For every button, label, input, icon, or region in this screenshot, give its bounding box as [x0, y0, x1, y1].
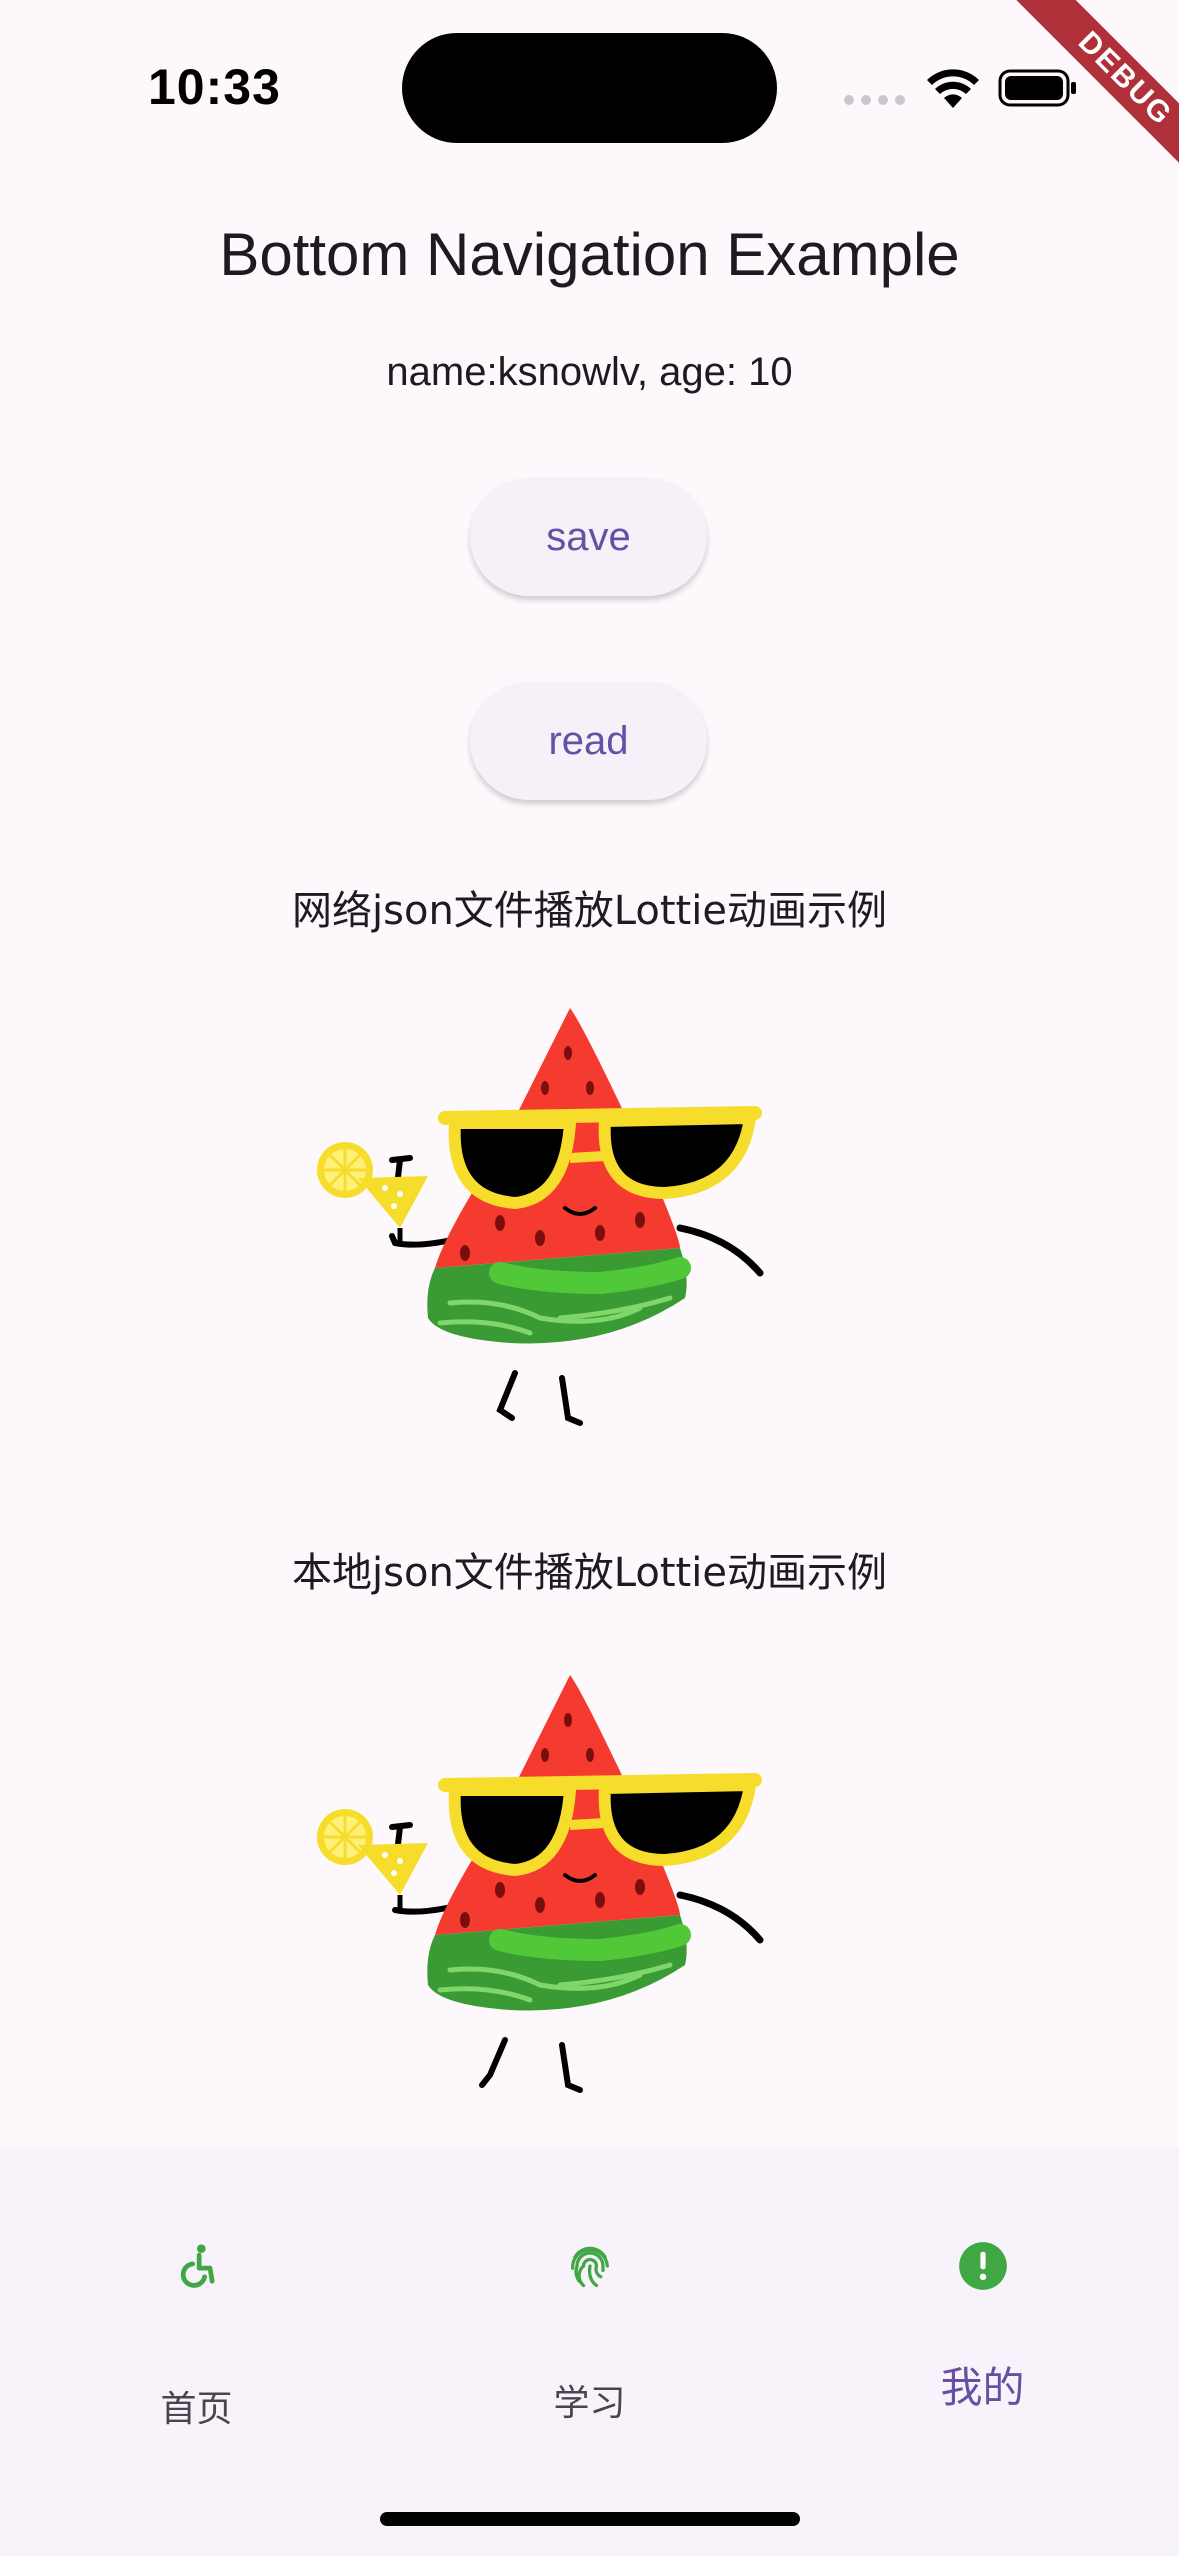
- nav-item-study[interactable]: 学习: [393, 2148, 786, 2448]
- page-title: Bottom Navigation Example: [219, 221, 960, 288]
- user-info-text: name:ksnowlv, age: 10: [386, 350, 793, 394]
- fingerprint-icon: [570, 2246, 609, 2288]
- read-button[interactable]: read: [470, 682, 707, 800]
- error-icon: [958, 2242, 1007, 2290]
- nav-label-home: 首页: [160, 2389, 233, 2430]
- watermelon-lottie-animation: [317, 1008, 764, 1426]
- save-button[interactable]: save: [470, 478, 707, 596]
- dynamic-island: [402, 33, 777, 143]
- nav-label-mine: 我的: [940, 2363, 1025, 2412]
- network-lottie-caption: 网络json文件播放Lottie动画示例: [292, 888, 887, 934]
- bottom-navigation-bar: 首页 学习 我的: [0, 2148, 1179, 2556]
- home-indicator[interactable]: [380, 2512, 800, 2526]
- watermelon-lottie-animation-local: [317, 1675, 764, 2093]
- nav-item-home[interactable]: 首页: [0, 2148, 393, 2448]
- nav-item-mine[interactable]: 我的: [786, 2148, 1179, 2448]
- debug-label: DEBUG: [1004, 0, 1179, 200]
- watermelon-illustration: [317, 1008, 764, 1426]
- cellular-signal-icon: [844, 95, 906, 105]
- accessible-icon: [180, 2244, 215, 2288]
- status-time: 10:33: [148, 59, 281, 115]
- local-lottie-caption: 本地json文件播放Lottie动画示例: [292, 1550, 887, 1596]
- watermelon-illustration: [317, 1675, 764, 2093]
- nav-label-study: 学习: [553, 2383, 626, 2424]
